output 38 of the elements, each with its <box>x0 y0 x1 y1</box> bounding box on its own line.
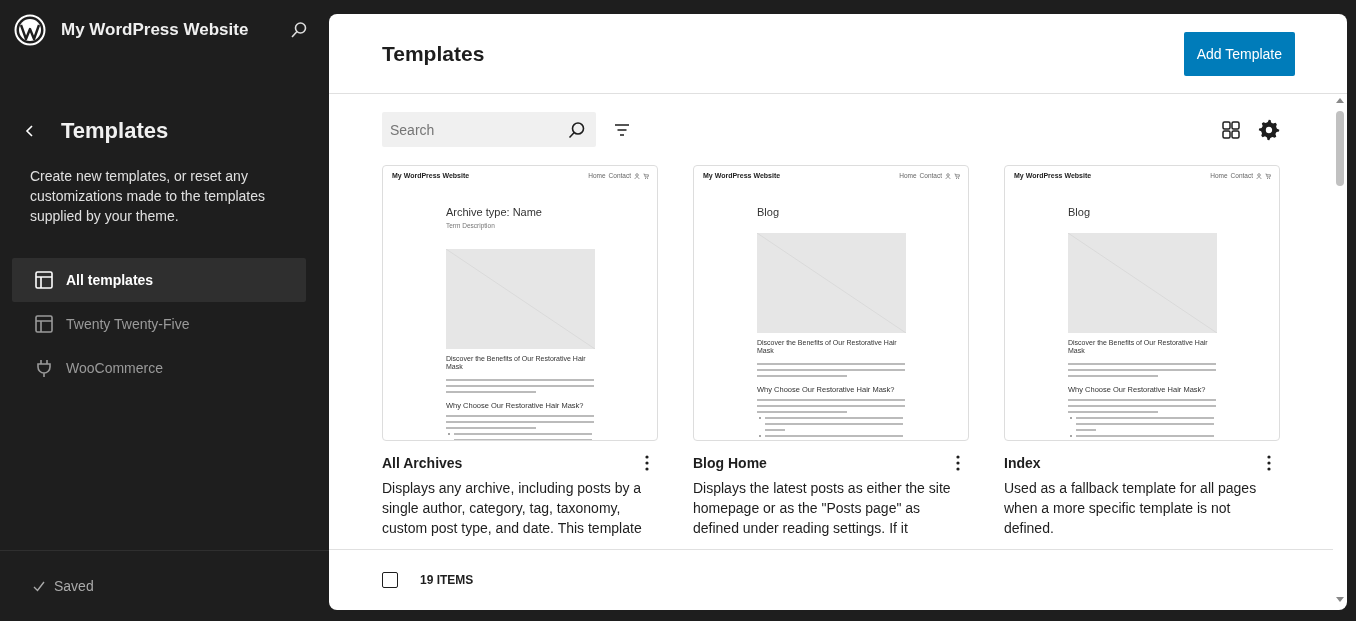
search-field[interactable]: Search <box>382 112 596 147</box>
site-title[interactable]: My WordPress Website <box>61 20 274 40</box>
template-name[interactable]: Index <box>1004 455 1041 471</box>
plug-icon <box>34 358 54 378</box>
template-name[interactable]: All Archives <box>382 455 463 471</box>
sidebar-item[interactable]: Twenty Twenty-Five <box>12 302 306 346</box>
preview-heading: Blog <box>1068 206 1091 219</box>
cart-icon <box>1265 172 1271 179</box>
template-description: Displays the latest posts as either the site homepage or as the "Posts page" as defined under reading settings. If it <box>693 479 952 538</box>
user-icon <box>945 172 951 179</box>
settings-icon[interactable] <box>1257 117 1281 142</box>
user-icon <box>634 172 640 179</box>
select-all-checkbox[interactable] <box>382 572 398 588</box>
user-icon <box>1256 172 1262 179</box>
cart-icon <box>954 172 960 179</box>
wordpress-logo-icon[interactable] <box>14 14 46 46</box>
add-template-button[interactable]: Add Template <box>1183 31 1295 76</box>
preview-heading: Archive type: Name <box>446 206 542 219</box>
sidebar-item[interactable]: WooCommerce <box>12 346 306 390</box>
page-title: Templates <box>382 41 485 66</box>
sidebar-item[interactable]: All templates <box>12 258 306 302</box>
preview-heading: Blog <box>757 206 780 219</box>
search-icon[interactable] <box>289 20 309 40</box>
more-options-icon[interactable] <box>644 454 650 472</box>
section-description: Create new templates, or reset any customizations made to the templates supplied by your theme. <box>30 167 266 226</box>
layout-icon <box>34 270 54 290</box>
template-description: Displays any archive, including posts by a single author, category, tag, taxonomy, custom post type, and date. This template <box>382 479 643 538</box>
more-options-icon[interactable] <box>955 454 961 472</box>
search-icon[interactable] <box>567 120 587 140</box>
template-name[interactable]: Blog Home <box>693 455 767 471</box>
more-options-icon[interactable] <box>1266 454 1272 472</box>
cart-icon <box>643 172 649 179</box>
check-icon <box>32 579 46 593</box>
layout-icon <box>34 314 54 334</box>
save-status: Saved <box>54 578 94 594</box>
item-count: 19 ITEMS <box>420 573 474 587</box>
section-title: Templates <box>61 118 169 144</box>
template-description: Used as a fallback template for all pages when a more specific template is not defined. <box>1004 479 1258 538</box>
